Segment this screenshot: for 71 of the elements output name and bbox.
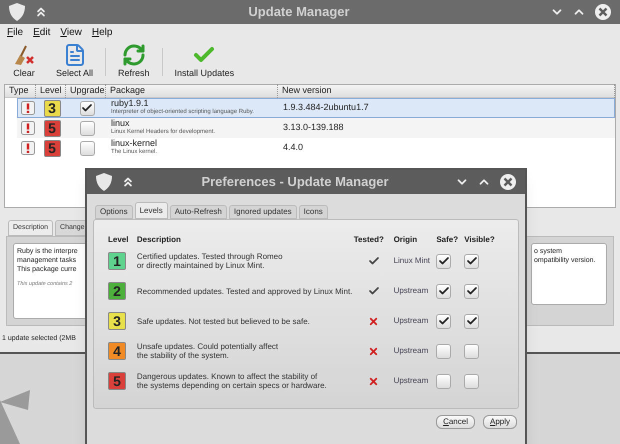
version-cell-text: 1.9.3.484-2ubuntu1.7	[282, 101, 369, 114]
toolbar-button[interactable]: Install Updates	[166, 42, 242, 80]
visible-checkbox[interactable]	[464, 254, 480, 268]
origin-text: Upstream	[394, 375, 430, 387]
upgrade-checkbox[interactable]	[80, 120, 94, 136]
upgrade-checkbox[interactable]	[80, 100, 94, 116]
column-header: Safe?	[436, 234, 460, 246]
level-badge: 5	[44, 120, 60, 136]
origin-text: Upstream	[394, 345, 430, 357]
toolbar-button[interactable]: Clear	[4, 42, 44, 80]
column-header: Visible?	[464, 234, 496, 246]
package-name: linux	[111, 119, 131, 128]
level-badge: 2	[108, 282, 126, 300]
level-description: Recommended updates. Tested and approved by Linux Mint.	[136, 286, 354, 296]
column-header: Description	[136, 234, 182, 246]
safe-checkbox[interactable]	[436, 344, 452, 358]
level-description: Unsafe updates. Could potentially affect the stability of the system.	[136, 342, 280, 360]
dialog-tab[interactable]: Auto-Refresh	[170, 205, 227, 219]
window-title: Update Manager	[247, 3, 351, 22]
shade-icon[interactable]	[121, 175, 135, 189]
menu-item[interactable]: Help	[88, 24, 116, 40]
broom-icon	[12, 42, 36, 66]
level-badge: 3	[44, 100, 60, 116]
origin-text: Linux Mint	[394, 255, 432, 267]
safe-checkbox[interactable]	[436, 254, 452, 268]
toolbar-button[interactable]: Select All	[48, 42, 102, 80]
level-description: Safe updates. Not tested but believed to be safe.	[136, 316, 311, 326]
safe-checkbox[interactable]	[436, 374, 452, 388]
visible-checkbox[interactable]	[464, 314, 480, 328]
column-header: Tested?	[354, 234, 385, 246]
dialog-tab[interactable]: Options	[95, 205, 133, 219]
origin-text: Upstream	[394, 285, 430, 297]
dialog-button[interactable]: Apply	[482, 415, 517, 429]
package-name: ruby1.9.1	[111, 99, 150, 108]
refresh-icon	[122, 42, 146, 66]
version-cell-text: 4.4.0	[282, 141, 304, 154]
level-badge: 5	[44, 140, 60, 156]
level-badge: 3	[108, 312, 126, 330]
level-badge: 1	[108, 252, 126, 270]
version-cell-text: 3.13.0-139.188	[282, 121, 344, 134]
visible-checkbox[interactable]	[464, 374, 480, 388]
shield-icon	[95, 172, 113, 192]
column-header: Level	[108, 234, 130, 246]
shade-icon[interactable]	[34, 5, 48, 19]
menu-item[interactable]: View	[57, 24, 85, 40]
menu-item[interactable]: Edit	[30, 24, 54, 40]
menu-item[interactable]: File	[4, 24, 26, 40]
origin-text: Upstream	[394, 315, 430, 327]
close-icon[interactable]	[594, 3, 612, 21]
level-description: Certified updates. Tested through Romeo or directly maintained by Linux Mint.	[136, 252, 284, 270]
toolbar-button[interactable]: Refresh	[110, 42, 158, 80]
shield-icon	[8, 2, 26, 22]
level-badge: 4	[108, 342, 126, 360]
warning-icon	[20, 101, 34, 115]
upgrade-checkbox[interactable]	[80, 140, 94, 156]
safe-checkbox[interactable]	[436, 314, 452, 328]
warning-icon	[20, 141, 34, 155]
level-description: Dangerous updates. Known to affect the stability of the systems depending on certain specs or hardware.	[136, 372, 328, 390]
dialog-tab[interactable]: Ignored updates	[228, 205, 297, 219]
window-title: Preferences - Update Manager	[200, 173, 390, 192]
close-icon[interactable]	[499, 173, 517, 191]
dialog-tab[interactable]: Levels	[134, 202, 168, 219]
visible-checkbox[interactable]	[464, 344, 480, 358]
column-header: Origin	[394, 234, 418, 246]
package-name: linux-kernel	[111, 139, 158, 148]
level-badge: 5	[108, 372, 126, 390]
warning-icon	[20, 121, 34, 135]
dialog-tab[interactable]: Icons	[298, 205, 328, 219]
safe-checkbox[interactable]	[436, 284, 452, 298]
visible-checkbox[interactable]	[464, 284, 480, 298]
dialog-button[interactable]: Cancel	[436, 415, 475, 429]
